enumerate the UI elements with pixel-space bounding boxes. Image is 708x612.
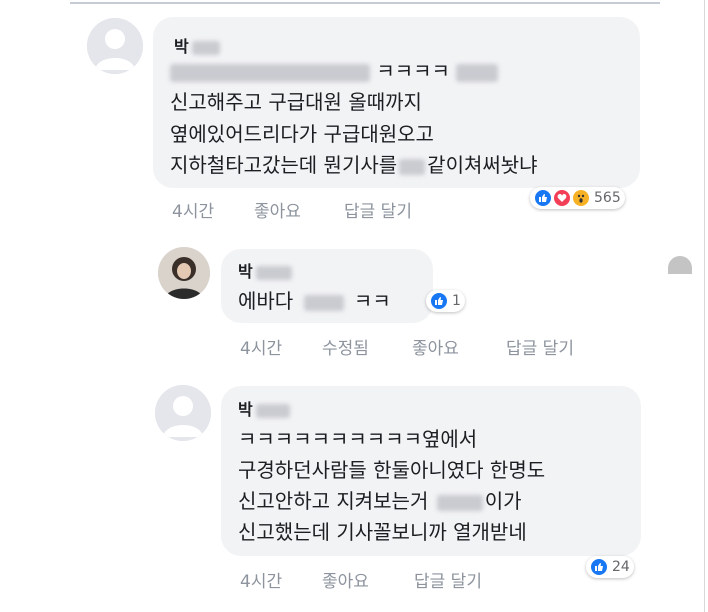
blurred-text — [170, 63, 370, 82]
wow-icon — [572, 189, 590, 207]
comment-actions: 4시간 좋아요 답글 달기 — [240, 567, 540, 592]
comment-text: 신고안하고 지켜보는거 이가 — [238, 489, 522, 513]
timestamp[interactable]: 4시간 — [240, 334, 282, 359]
blurred-name — [255, 403, 290, 418]
comment-author[interactable]: 박 — [174, 33, 220, 57]
timestamp[interactable]: 4시간 — [172, 197, 214, 222]
comment-actions: 4시간 좋아요 답글 달기 — [172, 197, 472, 222]
blurred-name — [255, 265, 292, 280]
reaction-count: 24 — [612, 559, 630, 575]
comment-text: 신고했는데 기사꼴보니까 열개받네 — [238, 520, 527, 544]
edited-label[interactable]: 수정됨 — [322, 334, 369, 359]
reaction-summary[interactable]: 24 — [586, 556, 634, 578]
avatar[interactable] — [155, 385, 211, 441]
like-icon — [430, 292, 448, 310]
divider — [70, 2, 660, 4]
like-link[interactable]: 좋아요 — [412, 334, 459, 359]
comment-text: 지하철타고갔는데 뭔기사를 같이쳐써놧냐 — [170, 153, 538, 177]
profile-photo-icon — [158, 247, 210, 299]
blurred-text — [303, 294, 344, 311]
like-icon — [590, 558, 608, 576]
comment-author[interactable]: 박 — [238, 258, 292, 282]
love-icon — [553, 189, 571, 207]
comment-text: ㅋㅋㅋㅋㅋㅋㅋㅋㅋㅋ옆에서 — [238, 427, 478, 451]
default-avatar-icon — [155, 385, 211, 441]
like-link[interactable]: 좋아요 — [254, 197, 301, 222]
reply-link[interactable]: 답글 달기 — [344, 197, 412, 222]
blurred-text — [456, 63, 499, 82]
avatar[interactable] — [87, 18, 143, 74]
comment-text: 옆에있어드리다가 구급대원오고 — [170, 122, 434, 146]
default-avatar-icon — [87, 18, 143, 74]
reply-link[interactable]: 답글 달기 — [414, 567, 482, 592]
like-icon — [534, 189, 552, 207]
reply-link[interactable]: 답글 달기 — [506, 334, 574, 359]
like-link[interactable]: 좋아요 — [322, 567, 369, 592]
reaction-count: 565 — [594, 190, 621, 206]
avatar[interactable] — [158, 247, 210, 299]
comment-text: 신고해주고 구급대원 올때까지 — [170, 90, 422, 114]
comment-text: ㅋㅋㅋㅋ — [170, 56, 499, 86]
blurred-name — [191, 40, 220, 55]
scroll-indicator[interactable] — [668, 256, 692, 274]
blurred-text — [436, 494, 483, 511]
reaction-summary[interactable]: 565 — [530, 187, 625, 209]
reaction-summary[interactable]: 1 — [426, 290, 465, 312]
blurred-text — [399, 158, 426, 175]
comment-author[interactable]: 박 — [238, 396, 290, 420]
reaction-count: 1 — [452, 293, 461, 309]
timestamp[interactable]: 4시간 — [240, 567, 282, 592]
panel-border — [704, 0, 705, 612]
comment-text: 에바다 ㅋㅋ — [238, 289, 391, 313]
comment-text: 구경하던사람들 한둘아니였다 한명도 — [238, 458, 546, 482]
comment-actions: 4시간 수정됨 좋아요 답글 달기 — [240, 334, 620, 359]
